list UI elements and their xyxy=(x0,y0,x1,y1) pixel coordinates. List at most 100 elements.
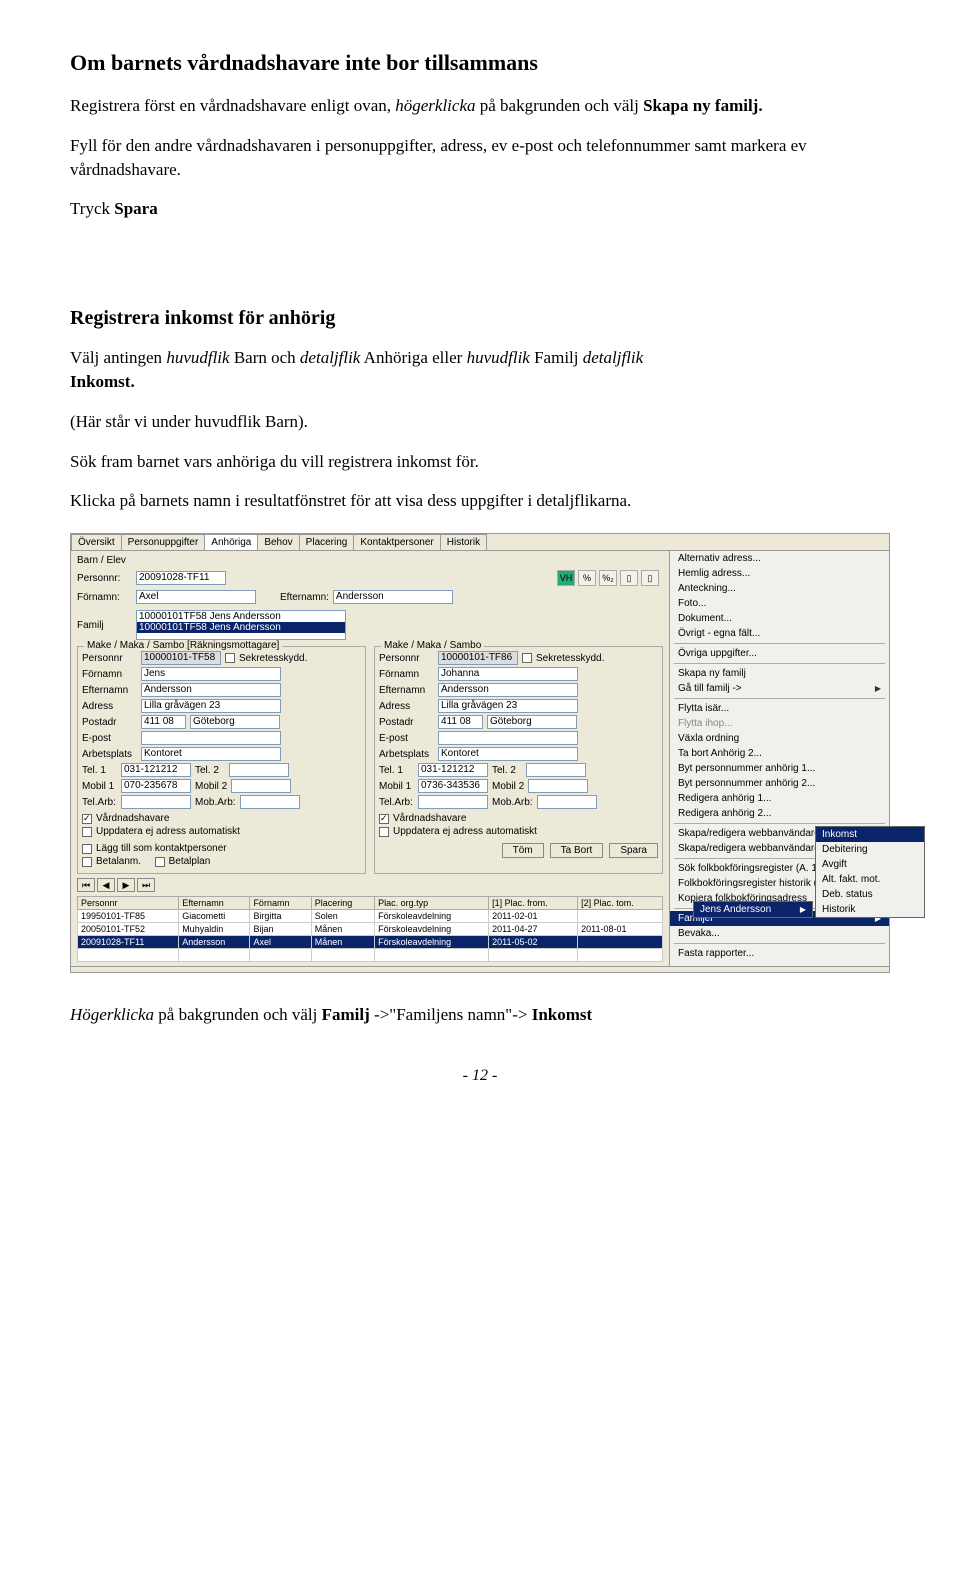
uppd-checkbox[interactable] xyxy=(82,827,92,837)
tool-icon[interactable]: ▯ xyxy=(620,570,638,586)
submenu-historik[interactable]: Historik xyxy=(816,902,924,917)
tel2-input[interactable] xyxy=(526,763,586,777)
epost-input[interactable] xyxy=(438,731,578,745)
col-fornamn[interactable]: Förnamn xyxy=(250,897,311,910)
tom-button[interactable]: Töm xyxy=(502,843,544,858)
col-orgtyp[interactable]: Plac. org.typ xyxy=(375,897,489,910)
efternamn-input[interactable]: Andersson xyxy=(141,683,281,697)
app-window: Översikt Personuppgifter Anhöriga Behov … xyxy=(70,533,890,973)
fornamn-input[interactable]: Johanna xyxy=(438,667,578,681)
tabort-button[interactable]: Ta Bort xyxy=(550,843,604,858)
menu-skapa-familj[interactable]: Skapa ny familj xyxy=(670,666,889,681)
adress-input[interactable]: Lilla gråvägen 23 xyxy=(141,699,281,713)
familj-option-selected[interactable]: 10000101TF58 Jens Andersson xyxy=(137,622,345,633)
tab-personuppgifter[interactable]: Personuppgifter xyxy=(121,534,206,550)
personnr-input[interactable]: 20091028-TF11 xyxy=(136,571,226,585)
col-plactom[interactable]: [2] Plac. tom. xyxy=(578,897,663,910)
vardnads-checkbox[interactable] xyxy=(379,814,389,824)
tel2-input[interactable] xyxy=(229,763,289,777)
betalanm-checkbox[interactable] xyxy=(82,857,92,867)
table-row[interactable]: 20050101-TF52MuhyaldinBijanMånenFörskole… xyxy=(78,923,663,936)
arbetsplats-input[interactable]: Kontoret xyxy=(141,747,281,761)
telarb-input[interactable] xyxy=(121,795,191,809)
table-row-selected[interactable]: 20091028-TF11AnderssonAxelMånenFörskolea… xyxy=(78,936,663,949)
menu-ovrigt[interactable]: Övrigt - egna fält... xyxy=(670,626,889,641)
vardnads-checkbox[interactable] xyxy=(82,814,92,824)
epost-input[interactable] xyxy=(141,731,281,745)
text: ->"Familjens namn"-> xyxy=(370,1005,532,1024)
last-icon[interactable]: ⏭ xyxy=(137,878,155,892)
efternamn-input[interactable]: Andersson xyxy=(438,683,578,697)
mobil1-input[interactable]: 0736-343536 xyxy=(418,779,488,793)
menu-red-1[interactable]: Redigera anhörig 1... xyxy=(670,791,889,806)
mobarb-input[interactable] xyxy=(537,795,597,809)
tab-historik[interactable]: Historik xyxy=(440,534,487,550)
menu-ovriga[interactable]: Övriga uppgifter... xyxy=(670,646,889,661)
table-row[interactable] xyxy=(78,949,663,962)
menu-byt-2[interactable]: Byt personnummer anhörig 2... xyxy=(670,776,889,791)
spara-button[interactable]: Spara xyxy=(609,843,658,858)
fornamn-input[interactable]: Axel xyxy=(136,590,256,604)
familj-option[interactable]: 10000101TF58 Jens Andersson xyxy=(137,611,345,622)
menu-tabort-anhorig[interactable]: Ta bort Anhörig 2... xyxy=(670,746,889,761)
tel1-input[interactable]: 031-121212 xyxy=(121,763,191,777)
col-efternamn[interactable]: Efternamn xyxy=(179,897,250,910)
postort-input[interactable]: Göteborg xyxy=(190,715,280,729)
vh-badge[interactable]: VH xyxy=(557,570,575,586)
tab-behov[interactable]: Behov xyxy=(257,534,299,550)
submenu-avgift[interactable]: Avgift xyxy=(816,857,924,872)
postnr-input[interactable]: 411 08 xyxy=(141,715,186,729)
menu-fasta[interactable]: Fasta rapporter... xyxy=(670,946,889,961)
submenu-debitering[interactable]: Debitering xyxy=(816,842,924,857)
betalplan-checkbox[interactable] xyxy=(155,857,165,867)
uppd-checkbox[interactable] xyxy=(379,827,389,837)
mobil2-input[interactable] xyxy=(528,779,588,793)
menu-byt-1[interactable]: Byt personnummer anhörig 1... xyxy=(670,761,889,776)
submenu-altfakt[interactable]: Alt. fakt. mot. xyxy=(816,872,924,887)
sekret-checkbox[interactable] xyxy=(522,653,532,663)
first-icon[interactable]: ⏮ xyxy=(77,878,95,892)
telarb-input[interactable] xyxy=(418,795,488,809)
postort-input[interactable]: Göteborg xyxy=(487,715,577,729)
heading-2: Registrera inkomst för anhörig xyxy=(70,307,890,330)
mobil1-input[interactable]: 070-235678 xyxy=(121,779,191,793)
adress-input[interactable]: Lilla gråvägen 23 xyxy=(438,699,578,713)
menu-vaxla[interactable]: Växla ordning xyxy=(670,731,889,746)
menu-hemlig-adress[interactable]: Hemlig adress... xyxy=(670,566,889,581)
percent2-icon[interactable]: %₂ xyxy=(599,570,617,586)
mobarb-input[interactable] xyxy=(240,795,300,809)
lagg-checkbox[interactable] xyxy=(82,844,92,854)
efternamn-input[interactable]: Andersson xyxy=(333,590,453,604)
postnr-input[interactable]: 411 08 xyxy=(438,715,483,729)
submenu-debstatus[interactable]: Deb. status xyxy=(816,887,924,902)
tab-anhoriga[interactable]: Anhöriga xyxy=(204,534,258,550)
menu-ga-till-familj[interactable]: Gå till familj ->▶ xyxy=(670,681,889,696)
menu-anteckning[interactable]: Anteckning... xyxy=(670,581,889,596)
submenu-inkomst[interactable]: Inkomst xyxy=(816,827,924,842)
col-personnr[interactable]: Personnr xyxy=(78,897,179,910)
sekret-checkbox[interactable] xyxy=(225,653,235,663)
fornamn-input[interactable]: Jens xyxy=(141,667,281,681)
tool-icon[interactable]: ▯ xyxy=(641,570,659,586)
tab-placering[interactable]: Placering xyxy=(299,534,355,550)
familj-select[interactable]: 10000101TF58 Jens Andersson 10000101TF58… xyxy=(136,610,346,640)
col-placfrom[interactable]: [1] Plac. from. xyxy=(489,897,578,910)
col-placering[interactable]: Placering xyxy=(311,897,374,910)
menu-flytta-isar[interactable]: Flytta isär... xyxy=(670,701,889,716)
menu-foto[interactable]: Foto... xyxy=(670,596,889,611)
arbetsplats-input[interactable]: Kontoret xyxy=(438,747,578,761)
percent-icon[interactable]: % xyxy=(578,570,596,586)
menu-alt-adress[interactable]: Alternativ adress... xyxy=(670,551,889,566)
submenu-family-name[interactable]: Jens Andersson▶ xyxy=(694,902,812,917)
tab-kontaktpersoner[interactable]: Kontaktpersoner xyxy=(353,534,440,550)
table-row[interactable]: 19950101-TF85GiacomettiBirgittaSolenFörs… xyxy=(78,910,663,923)
prev-icon[interactable]: ◀ xyxy=(97,878,115,892)
mobil2-input[interactable] xyxy=(231,779,291,793)
menu-flytta-ihop: Flytta ihop... xyxy=(670,716,889,731)
menu-dokument[interactable]: Dokument... xyxy=(670,611,889,626)
next-icon[interactable]: ▶ xyxy=(117,878,135,892)
tab-oversikt[interactable]: Översikt xyxy=(71,534,122,550)
menu-bevaka[interactable]: Bevaka... xyxy=(670,926,889,941)
tel1-input[interactable]: 031-121212 xyxy=(418,763,488,777)
menu-red-2[interactable]: Redigera anhörig 2... xyxy=(670,806,889,821)
